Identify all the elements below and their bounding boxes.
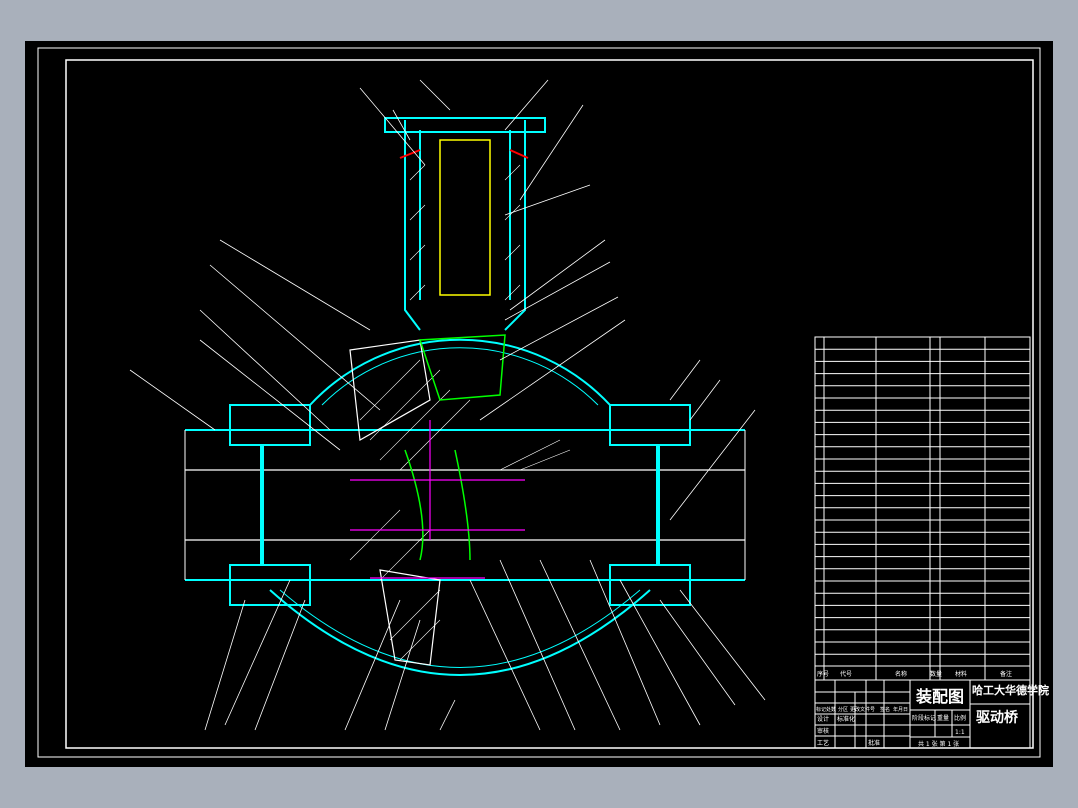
assembly-drawing: 序号 代号 名称 数量 材料 备注 标记 处数 分区 更改文件号 签名 年月日 … [37,47,1049,758]
label-review: 审核 [817,727,829,735]
pinion-shaft [439,139,491,296]
header-code: 代号 [840,670,852,678]
header-material: 材料 [955,670,967,678]
label-process: 工艺 [817,739,829,747]
label-standard: 标准化 [837,715,855,723]
label-sign: 签名 [880,706,890,713]
cad-drawing-sheet[interactable]: 序号 代号 名称 数量 材料 备注 标记 处数 分区 更改文件号 签名 年月日 … [25,41,1053,767]
outer-frame [37,47,1041,758]
inner-frame [65,59,1034,749]
gears [404,334,506,561]
header-no: 序号 [817,670,829,678]
header-remark: 备注 [1000,670,1012,678]
label-date: 年月日 [893,706,908,713]
centerlines [350,420,525,579]
drawing-type: 装配图 [915,687,964,706]
sheet-count: 共 1 张 第 1 张 [918,740,959,748]
label-mark: 标记 [816,706,826,713]
hatching [349,164,571,666]
label-design: 设计 [817,715,829,723]
label-stage: 阶段标记 [912,714,936,722]
scale-value: 1:1 [955,729,965,736]
bom-table [814,336,1031,680]
part-name: 驱动桥 [976,709,1019,726]
label-count: 处数 [826,706,836,713]
label-change: 更改文件号 [850,706,875,713]
header-name: 名称 [895,670,907,678]
header-qty: 数量 [930,670,942,678]
label-ratio: 比例 [954,714,966,722]
label-zone: 分区 [838,706,848,713]
differential-housing [184,117,746,676]
label-weight: 重量 [937,714,949,722]
label-approve: 批准 [868,739,880,747]
school-name: 哈工大华德学院 [972,683,1049,697]
